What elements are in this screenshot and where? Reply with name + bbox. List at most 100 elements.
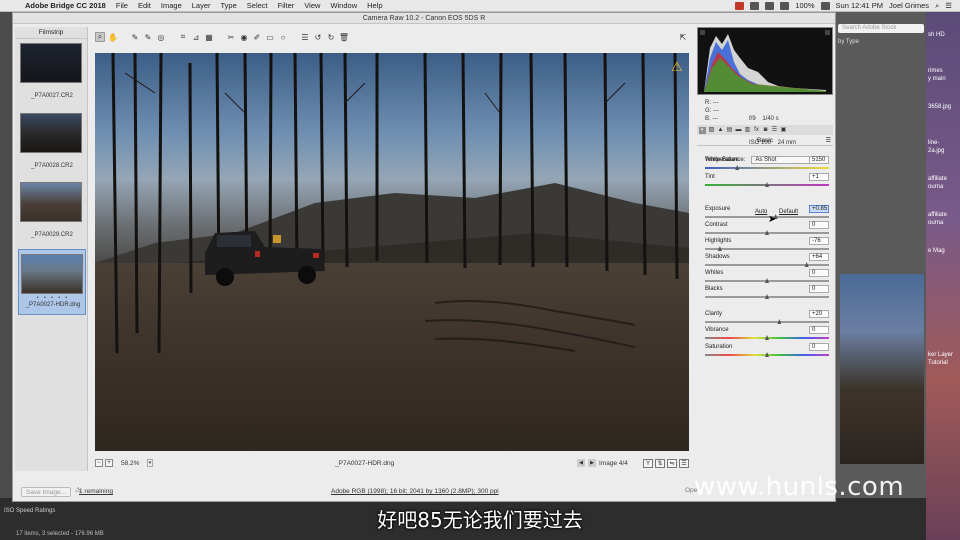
hand-tool-icon[interactable]: ✋	[108, 32, 118, 42]
whites-value-field[interactable]: 0	[809, 269, 829, 277]
adjustment-brush-icon[interactable]: ✐	[252, 32, 262, 42]
sort-by-dropdown[interactable]: by Type	[838, 39, 859, 45]
desktop-file-label[interactable]: 2a.jpg	[928, 148, 944, 154]
menu-file[interactable]: File	[111, 1, 133, 10]
toggle-settings-button[interactable]: ☰	[679, 458, 689, 468]
desktop-file-label[interactable]: 3658.jpg	[928, 104, 951, 110]
menu-edit[interactable]: Edit	[133, 1, 156, 10]
creative-cloud-icon[interactable]	[765, 1, 775, 10]
user-name[interactable]: Joel Grimes	[889, 1, 929, 10]
vibrance-slider[interactable]: Vibrance 0	[705, 326, 829, 343]
spot-removal-icon[interactable]: ✂	[226, 32, 236, 42]
temperature-track[interactable]	[705, 167, 829, 169]
exposure-slider[interactable]: Exposure +0.85	[705, 205, 829, 222]
radial-filter-icon[interactable]: ○	[278, 32, 288, 42]
desktop-file-label[interactable]: affiliate	[928, 176, 947, 182]
blacks-value-field[interactable]: 0	[809, 285, 829, 293]
desktop-file-label[interactable]: line-	[928, 140, 939, 146]
straighten-tool-icon[interactable]: ⊿	[191, 32, 201, 42]
temperature-slider[interactable]: Temperature 5150	[705, 156, 829, 173]
detail-tab-icon[interactable]: ▲	[717, 127, 724, 134]
rotate-left-icon[interactable]: ↺	[313, 32, 323, 42]
dropbox-icon[interactable]	[750, 1, 760, 10]
menu-image[interactable]: Image	[156, 1, 187, 10]
bridge-thumbnail[interactable]	[840, 274, 924, 464]
shadows-value-field[interactable]: +64	[809, 253, 829, 261]
desktop-file-label[interactable]: y main	[928, 76, 946, 82]
warning-icon[interactable]: ⚠	[671, 59, 683, 75]
before-after-button[interactable]: Y	[643, 458, 653, 468]
clarity-value-field[interactable]: +20	[809, 310, 829, 318]
swap-settings-button[interactable]: ⇅	[655, 458, 665, 468]
menu-window[interactable]: Window	[325, 1, 362, 10]
previous-image-button[interactable]: ◀	[577, 459, 585, 467]
effects-tab-icon[interactable]: fx	[753, 127, 760, 134]
save-image-button[interactable]: Save Image...	[21, 487, 71, 497]
zoom-in-button[interactable]: +	[105, 459, 113, 467]
shadows-slider[interactable]: Shadows +64	[705, 253, 829, 270]
targeted-adjustment-icon[interactable]: ◎	[156, 32, 166, 42]
presets-tab-icon[interactable]: ☰	[771, 127, 778, 134]
desktop-file-label[interactable]: e Mag	[928, 248, 945, 254]
contrast-slider[interactable]: Contrast 0	[705, 221, 829, 238]
desktop-file-label[interactable]: ourna	[928, 184, 943, 190]
desktop-file-label[interactable]: rimes	[928, 68, 943, 74]
zoom-dropdown[interactable]: ▾	[147, 459, 153, 467]
filmstrip-item-selected[interactable]: • • • • • _P7A0027-HDR.dng	[18, 249, 86, 315]
desktop-file-label[interactable]: affiliate	[928, 212, 947, 218]
camera-calibration-tab-icon[interactable]: ◙	[762, 127, 769, 134]
crop-tool-icon[interactable]: ⌗	[178, 32, 188, 42]
temperature-value-field[interactable]: 5150	[809, 156, 829, 164]
menu-view[interactable]: View	[299, 1, 325, 10]
saturation-slider[interactable]: Saturation 0	[705, 343, 829, 360]
menu-help[interactable]: Help	[362, 1, 387, 10]
panel-menu-icon[interactable]: ☰	[826, 137, 831, 144]
filmstrip-item[interactable]: _P7A0027.CR2	[18, 41, 86, 107]
clarity-slider[interactable]: Clarity +20	[705, 310, 829, 327]
red-eye-icon[interactable]: ◉	[239, 32, 249, 42]
clock[interactable]: Sun 12:41 PM	[836, 1, 884, 10]
menu-select[interactable]: Select	[242, 1, 273, 10]
copy-settings-button[interactable]: ⇋	[667, 458, 677, 468]
lens-corrections-tab-icon[interactable]: ▥	[744, 127, 751, 134]
highlights-value-field[interactable]: -76	[809, 237, 829, 245]
white-balance-tool-icon[interactable]: ✎	[130, 32, 140, 42]
trash-icon[interactable]: 🗑	[339, 32, 349, 42]
hsl-tab-icon[interactable]: ▤	[726, 127, 733, 134]
tint-slider[interactable]: Tint +1	[705, 173, 829, 190]
spotlight-search-icon[interactable]: ⌕	[935, 1, 939, 11]
contrast-value-field[interactable]: 0	[809, 221, 829, 229]
exposure-value-field[interactable]: +0.85	[809, 205, 829, 213]
menu-layer[interactable]: Layer	[187, 1, 216, 10]
filmstrip-item[interactable]: _P7A0028.CR2	[18, 111, 86, 177]
zoom-out-button[interactable]: −	[95, 459, 103, 467]
menu-type[interactable]: Type	[216, 1, 242, 10]
shadows-track[interactable]	[705, 264, 829, 266]
whites-slider[interactable]: Whites 0	[705, 269, 829, 286]
workflow-options-link[interactable]: Adobe RGB (1998); 16 bit; 2041 by 1360 (…	[331, 488, 499, 495]
stock-search-input[interactable]: Search Adobe Stock	[838, 24, 924, 33]
clarity-track[interactable]	[705, 321, 829, 323]
next-image-button[interactable]: ▶	[588, 459, 596, 467]
desktop-file-label[interactable]: ker Layer	[928, 352, 953, 358]
rotate-right-icon[interactable]: ↻	[326, 32, 336, 42]
app-menu[interactable]: Adobe Bridge CC 2018	[20, 1, 111, 10]
battery-icon[interactable]	[820, 1, 830, 10]
desktop-file-label[interactable]: ourna	[928, 220, 943, 226]
zoom-tool-icon[interactable]: ⌕	[95, 32, 105, 42]
notification-center-icon[interactable]: ☰	[945, 1, 952, 10]
recording-icon[interactable]	[735, 1, 745, 10]
rating-stars[interactable]: • • • • •	[19, 295, 87, 301]
remaining-link[interactable]: 1 remaining	[79, 488, 113, 495]
highlights-slider[interactable]: Highlights -76	[705, 237, 829, 254]
wifi-icon[interactable]	[780, 1, 790, 10]
preferences-icon[interactable]: ☰	[300, 32, 310, 42]
blacks-slider[interactable]: Blacks 0	[705, 285, 829, 302]
snapshots-tab-icon[interactable]: ▣	[780, 127, 787, 134]
color-sampler-icon[interactable]: ✎	[143, 32, 153, 42]
highlights-track[interactable]	[705, 248, 829, 250]
vibrance-value-field[interactable]: 0	[809, 326, 829, 334]
tint-value-field[interactable]: +1	[809, 173, 829, 181]
desktop-file-label[interactable]: sh HD	[928, 32, 945, 38]
menu-filter[interactable]: Filter	[273, 1, 300, 10]
